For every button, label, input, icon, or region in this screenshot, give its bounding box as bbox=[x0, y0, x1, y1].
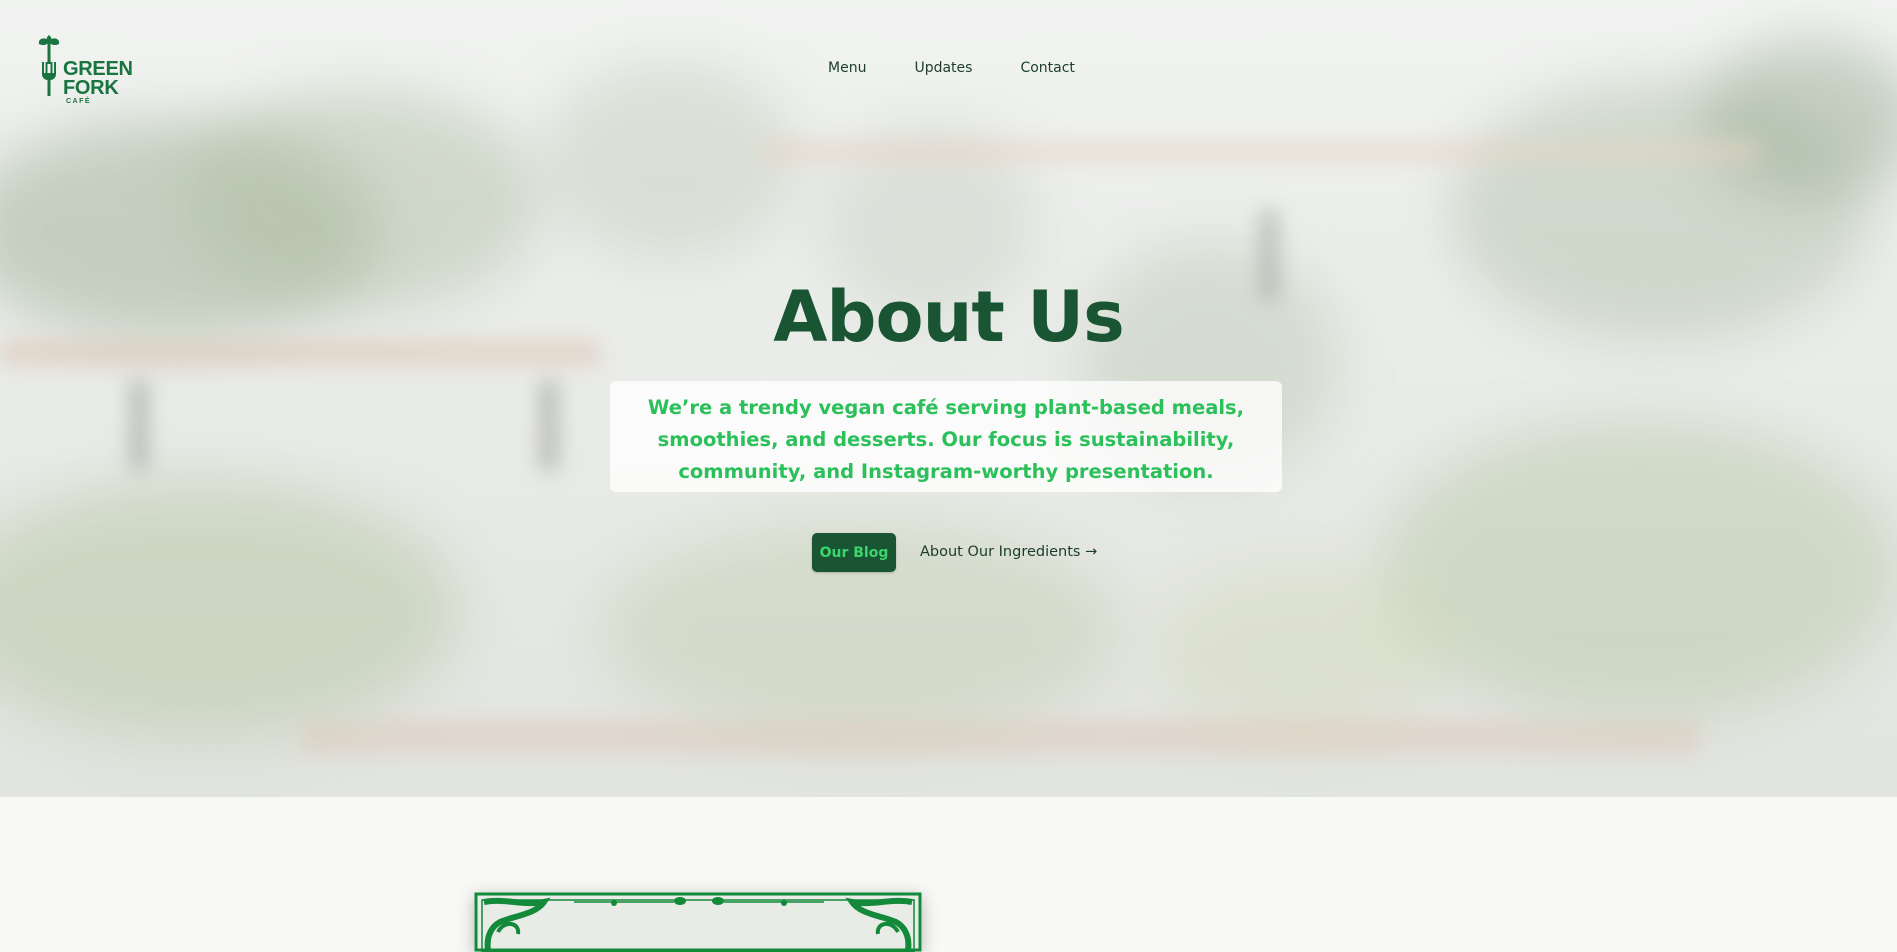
nav-item-updates[interactable]: Updates bbox=[914, 60, 972, 76]
nav-item-menu[interactable]: Menu bbox=[828, 60, 866, 76]
main-nav: Menu Updates Contact bbox=[828, 60, 1075, 76]
brand-logo[interactable]: GREEN FORK CAFÉ bbox=[36, 34, 133, 108]
brand-subtitle: CAFÉ bbox=[66, 98, 92, 105]
hero-description: We’re a trendy vegan café serving plant-… bbox=[610, 381, 1282, 492]
frame-ornament-icon bbox=[474, 892, 922, 952]
our-blog-button[interactable]: Our Blog bbox=[812, 533, 896, 572]
nav-item-contact[interactable]: Contact bbox=[1020, 60, 1074, 76]
hero-section: GREEN FORK CAFÉ Menu Updates Contact Abo… bbox=[0, 0, 1897, 797]
page-title: About Us bbox=[773, 276, 1125, 358]
brand-name: GREEN FORK bbox=[63, 58, 133, 99]
about-ingredients-link[interactable]: About Our Ingredients → bbox=[920, 544, 1097, 560]
fork-sprout-icon bbox=[38, 35, 60, 96]
ornamental-frame bbox=[474, 892, 922, 952]
